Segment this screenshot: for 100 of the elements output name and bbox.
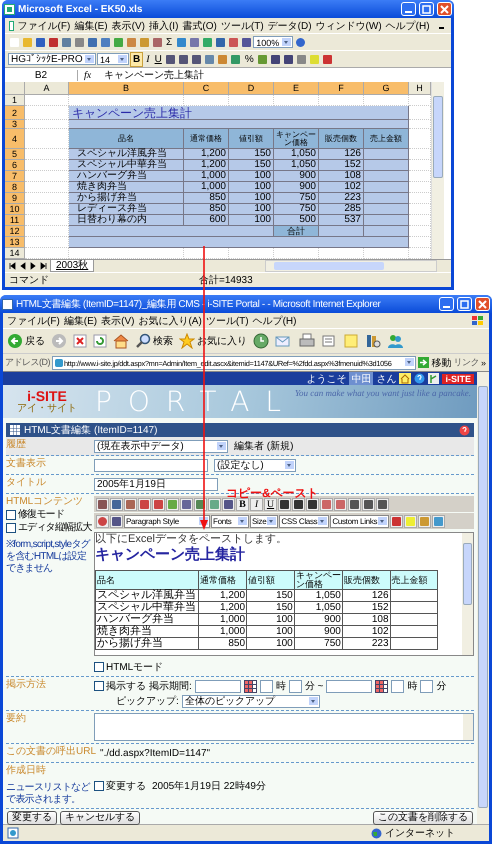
checkbox[interactable] [94, 662, 104, 672]
tool-icon[interactable] [306, 498, 319, 510]
menu-item[interactable]: 表示(V) [112, 18, 145, 32]
sheet-tab[interactable]: 2003秋 [50, 260, 94, 272]
title-field[interactable]: 2005年1月19日 [94, 478, 218, 490]
name-box[interactable]: B2 [5, 70, 78, 80]
tool-icon[interactable] [178, 52, 190, 66]
row-header[interactable]: 8 [5, 182, 25, 193]
tool-icon[interactable] [47, 36, 59, 48]
menu-item[interactable]: ウィンドウ(W) [316, 18, 382, 32]
row-header[interactable]: 14 [5, 248, 25, 259]
toolbar-select[interactable]: CSS Class [279, 514, 330, 528]
go-button[interactable]: 移動 [418, 356, 452, 370]
function-label[interactable]: fx [84, 70, 98, 80]
toolbar-select[interactable]: Custom Links [330, 514, 390, 528]
italic-button[interactable]: I [250, 498, 263, 510]
tool-icon[interactable] [110, 498, 123, 510]
calendar-icon[interactable] [244, 680, 257, 692]
help-icon[interactable] [459, 424, 470, 436]
search-button[interactable]: 検索 [135, 333, 173, 349]
tool-icon[interactable] [270, 52, 282, 66]
tool-icon[interactable] [348, 498, 361, 510]
tool-icon[interactable] [376, 498, 389, 510]
row-header[interactable]: 7 [5, 171, 25, 182]
row-header[interactable]: 6 [5, 160, 25, 171]
checkbox[interactable] [94, 681, 104, 691]
hour-field[interactable] [260, 680, 273, 692]
more-button[interactable]: » [480, 358, 487, 368]
printer-icon[interactable] [299, 333, 315, 349]
menu-item[interactable]: ツール(T) [206, 314, 249, 328]
tool-icon[interactable] [164, 52, 177, 66]
site-badge[interactable]: i-SITE [442, 374, 474, 384]
summary-field[interactable] [94, 713, 474, 741]
tool-icon[interactable] [34, 36, 46, 48]
minute-field[interactable] [420, 680, 434, 692]
column-header[interactable]: C [184, 82, 229, 95]
menu-item[interactable]: 書式(O) [182, 18, 217, 32]
display-select[interactable]: (設定なし) [214, 458, 296, 472]
home-icon[interactable] [113, 333, 129, 349]
tool-icon[interactable] [96, 498, 109, 510]
back-button[interactable]: 戻る [7, 333, 45, 349]
pickup-select[interactable]: 全体のピックアップ [182, 694, 320, 708]
maximize-button[interactable] [457, 297, 472, 311]
menu-item[interactable]: データ(D) [268, 18, 312, 32]
menu-item[interactable]: 編集(E) [74, 18, 108, 32]
menu-item[interactable]: ヘルプ(H) [386, 18, 430, 32]
date-field[interactable] [326, 680, 372, 692]
document-icon[interactable] [321, 333, 337, 349]
font-size-select[interactable]: 14 [97, 53, 129, 65]
scrollbar[interactable] [431, 82, 444, 259]
people-icon[interactable] [387, 333, 403, 349]
maximize-button[interactable] [419, 2, 434, 16]
checkbox-option[interactable]: 変更する [94, 778, 146, 792]
checkbox[interactable] [6, 523, 16, 533]
menu-item[interactable]: 表示(V) [101, 314, 134, 328]
tool-icon[interactable] [278, 498, 291, 510]
row-header[interactable]: 2 [5, 106, 25, 120]
bold-button[interactable]: B [130, 52, 144, 66]
column-header[interactable]: A [25, 82, 69, 95]
history-icon[interactable] [253, 333, 269, 349]
zoom-select[interactable]: 100% [253, 36, 294, 48]
row-header[interactable]: 10 [5, 204, 25, 215]
row-header[interactable]: 4 [5, 129, 25, 149]
checkbox[interactable] [6, 510, 16, 520]
tool-icon[interactable] [362, 498, 375, 510]
links-label[interactable]: リンク [453, 356, 479, 369]
scrollbar[interactable] [477, 372, 489, 824]
column-header[interactable]: H [409, 82, 431, 95]
minimize-button[interactable] [439, 297, 454, 311]
close-button[interactable] [437, 2, 452, 16]
calendar-icon[interactable] [375, 680, 388, 692]
autosum-button[interactable]: Σ [164, 36, 174, 48]
tool-icon[interactable] [282, 52, 295, 66]
row-header[interactable]: 5 [5, 149, 25, 160]
underline-button[interactable]: U [264, 498, 277, 510]
formula-field[interactable]: キャンペーン売上集計 [104, 68, 451, 82]
row-header[interactable]: 9 [5, 193, 25, 204]
input-field[interactable] [94, 458, 208, 472]
tool-icon[interactable] [190, 52, 203, 66]
bold-button[interactable]: B [236, 498, 249, 510]
date-field[interactable] [194, 680, 241, 692]
font-select[interactable]: HGｺﾞｼｯｸE-PRO [8, 53, 96, 65]
close-button[interactable] [475, 297, 490, 311]
scrollbar[interactable] [462, 533, 473, 655]
save-button[interactable]: 変更する [7, 811, 57, 825]
row-header[interactable]: 11 [5, 215, 25, 226]
sheet-navigation-icon[interactable] [9, 262, 47, 270]
home-icon[interactable] [399, 373, 412, 384]
italic-button[interactable]: I [144, 52, 152, 66]
menu-item[interactable]: 挿入(I) [148, 18, 178, 32]
column-header[interactable]: B [69, 82, 184, 95]
tool-icon[interactable] [180, 498, 193, 510]
tool-icon[interactable] [222, 498, 235, 510]
stop-icon[interactable] [73, 333, 87, 349]
checkbox-option[interactable]: 掲示する [94, 679, 146, 693]
minimize-button[interactable] [401, 2, 416, 16]
column-header[interactable]: G [364, 82, 409, 95]
row-header[interactable]: 3 [5, 120, 25, 129]
menu-item[interactable]: ヘルプ(H) [252, 314, 296, 328]
tool-icon[interactable] [292, 498, 305, 510]
